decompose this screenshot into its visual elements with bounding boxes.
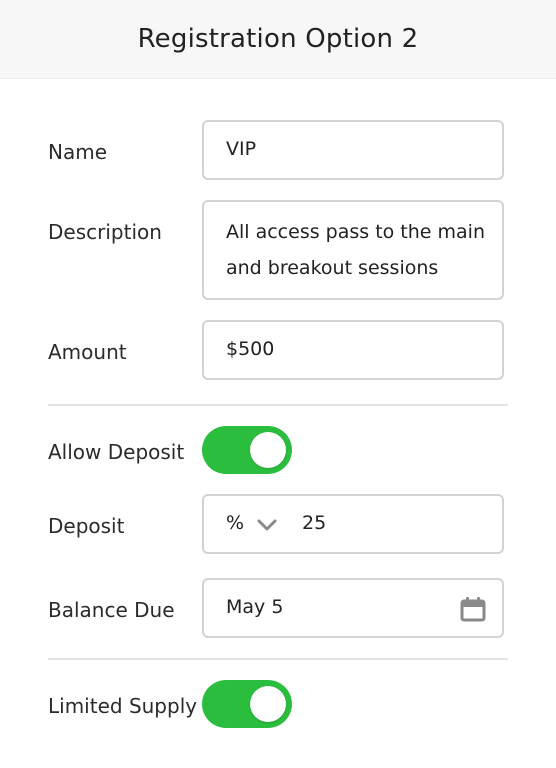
limited-supply-label: Limited Supply bbox=[48, 694, 198, 718]
page-header: Registration Option 2 bbox=[0, 0, 556, 79]
amount-value: $500 bbox=[226, 338, 275, 360]
name-label: Name bbox=[48, 140, 108, 164]
description-value: All access pass to the main and breakout… bbox=[226, 221, 486, 279]
page-title: Registration Option 2 bbox=[137, 24, 419, 54]
description-label: Description bbox=[48, 220, 162, 244]
section-divider bbox=[48, 404, 508, 406]
description-field[interactable]: All access pass to the main and breakout… bbox=[202, 200, 504, 300]
balance-due-label: Balance Due bbox=[48, 598, 175, 622]
name-field[interactable]: VIP bbox=[202, 120, 504, 180]
deposit-field: % 25 bbox=[202, 494, 504, 554]
allow-deposit-label: Allow Deposit bbox=[48, 440, 185, 464]
amount-row: Amount $500 bbox=[48, 320, 508, 380]
balance-due-field[interactable]: May 5 bbox=[202, 578, 504, 638]
limited-supply-toggle[interactable] bbox=[202, 680, 292, 728]
allow-deposit-row: Allow Deposit bbox=[48, 426, 508, 474]
section-divider bbox=[48, 658, 508, 660]
amount-label: Amount bbox=[48, 340, 127, 364]
description-row: Description All access pass to the main … bbox=[48, 200, 508, 300]
amount-field[interactable]: $500 bbox=[202, 320, 504, 380]
name-row: Name VIP bbox=[48, 120, 508, 180]
deposit-row: Deposit % 25 bbox=[48, 494, 508, 554]
chevron-down-icon[interactable] bbox=[256, 518, 278, 532]
deposit-value-input[interactable]: 25 bbox=[302, 512, 326, 534]
balance-due-row: Balance Due May 5 bbox=[48, 578, 508, 638]
limited-supply-row: Limited Supply bbox=[48, 680, 508, 728]
toggle-knob bbox=[250, 432, 286, 468]
allow-deposit-toggle[interactable] bbox=[202, 426, 292, 474]
deposit-label: Deposit bbox=[48, 514, 125, 538]
toggle-knob bbox=[250, 686, 286, 722]
name-value: VIP bbox=[226, 138, 257, 160]
deposit-unit-select[interactable]: % bbox=[226, 512, 244, 534]
balance-due-value: May 5 bbox=[226, 596, 284, 618]
calendar-icon[interactable] bbox=[460, 596, 486, 622]
